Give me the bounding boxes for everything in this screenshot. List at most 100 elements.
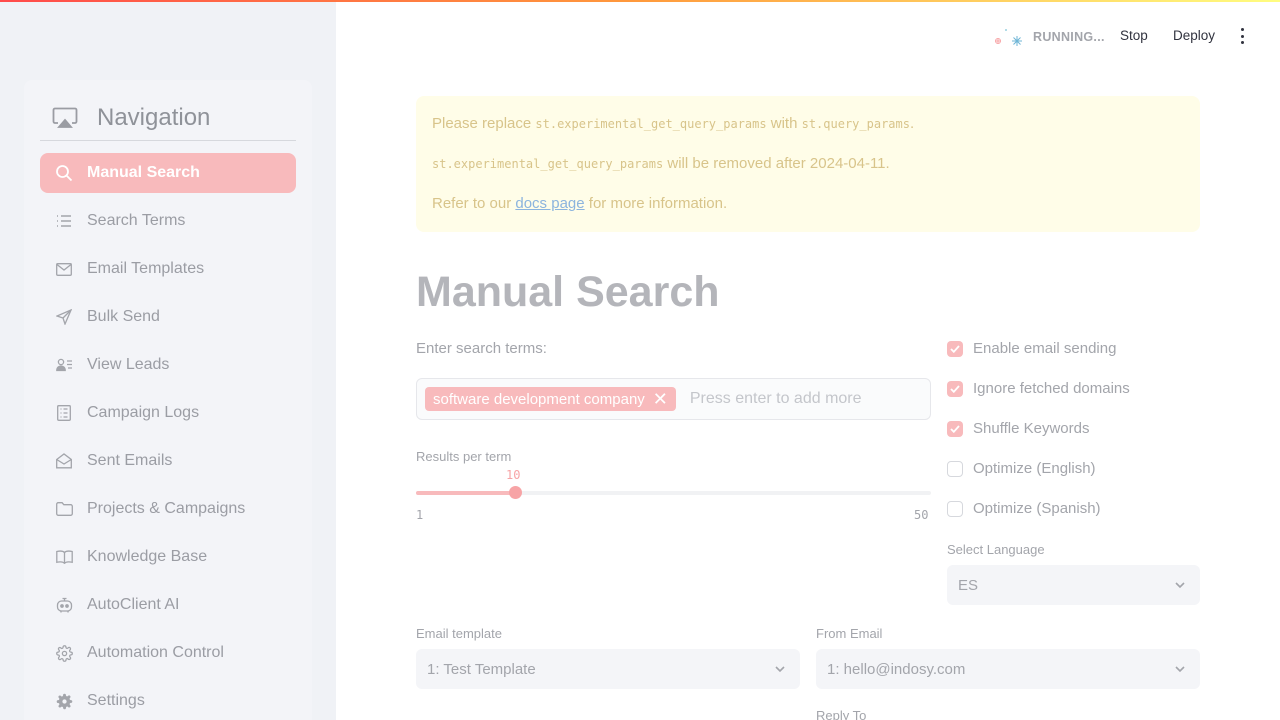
main-menu-button[interactable] — [1236, 28, 1248, 44]
sidebar-item-label: Bulk Send — [87, 308, 160, 325]
old-api-code: st.experimental_get_query_params — [535, 117, 767, 131]
warning-line-2: st.experimental_get_query_params will be… — [432, 152, 1184, 192]
sidebar-item-autoclient-ai[interactable]: AutoClient AI — [40, 585, 296, 625]
kebab-dot-icon — [1240, 34, 1244, 38]
search-terms-label: Enter search terms: — [416, 340, 547, 357]
options-checkboxes: Enable email sending Ignore fetched domai… — [947, 340, 1200, 540]
log-icon — [55, 404, 73, 422]
book-icon — [55, 548, 73, 566]
gear-outline-icon — [55, 644, 73, 662]
slider-value: 10 — [506, 468, 521, 482]
sidebar-item-label: View Leads — [87, 356, 170, 373]
sidebar-item-label: Campaign Logs — [87, 404, 200, 421]
checkbox-empty-icon[interactable] — [947, 461, 963, 477]
sidebar-item-settings[interactable]: Settings — [40, 681, 296, 720]
select-language-label: Select Language — [947, 542, 1045, 557]
sidebar-item-label: Email Templates — [87, 260, 205, 277]
sidebar-item-campaign-logs[interactable]: Campaign Logs — [40, 393, 296, 433]
tag-text-input[interactable] — [689, 390, 910, 408]
slider-max-label: 50 — [914, 508, 929, 522]
running-animation-icon — [992, 26, 1026, 48]
navigation-header: Navigation — [40, 96, 296, 141]
sidebar-item-label: Search Terms — [87, 212, 186, 229]
deploy-button[interactable]: Deploy — [1173, 28, 1215, 43]
checkmark-icon[interactable] — [947, 381, 963, 397]
sidebar-item-label: Knowledge Base — [87, 548, 208, 565]
checkbox-optimize-english[interactable]: Optimize (English) — [947, 460, 1200, 500]
running-label: RUNNING... — [1033, 30, 1105, 44]
sidebar-item-automation-control[interactable]: Automation Control — [40, 633, 296, 673]
checkmark-icon[interactable] — [947, 421, 963, 437]
chevron-down-icon — [774, 663, 786, 675]
from-email-select[interactable]: 1: hello@indosy.com — [816, 649, 1200, 689]
sidebar-item-label: Sent Emails — [87, 452, 173, 469]
stop-button[interactable]: Stop — [1120, 28, 1148, 43]
navigation-list: Manual Search Search Terms Email Templates… — [40, 153, 296, 720]
envelope-icon — [55, 260, 73, 278]
search-icon — [55, 164, 73, 182]
sidebar-item-search-terms[interactable]: Search Terms — [40, 201, 296, 241]
send-icon — [55, 308, 73, 326]
navigation-title: Navigation — [97, 104, 211, 131]
top-progress-decoration — [0, 0, 1280, 2]
kebab-dot-icon — [1240, 28, 1244, 31]
language-select-value: ES — [958, 576, 979, 594]
results-per-term-slider[interactable] — [416, 486, 931, 499]
folder-icon — [55, 500, 73, 518]
checkbox-optimize-spanish[interactable]: Optimize (Spanish) — [947, 500, 1200, 540]
checkbox-empty-icon[interactable] — [947, 501, 963, 517]
sidebar-item-projects-campaigns[interactable]: Projects & Campaigns — [40, 489, 296, 529]
checkbox-label: Optimize (Spanish) — [973, 500, 1101, 517]
sidebar-item-view-leads[interactable]: View Leads — [40, 345, 296, 385]
sidebar-item-knowledge-base[interactable]: Knowledge Base — [40, 537, 296, 577]
airplay-icon — [52, 107, 78, 129]
checkbox-shuffle-keywords[interactable]: Shuffle Keywords — [947, 420, 1200, 460]
email-template-value: 1: Test Template — [427, 660, 536, 678]
open-envelope-icon — [55, 452, 73, 470]
warning-line-1: Please replace st.experimental_get_query… — [432, 112, 1184, 152]
warning-text: for more information. — [584, 195, 728, 212]
from-email-label: From Email — [816, 626, 883, 641]
page-title: Manual Search — [416, 268, 720, 316]
slider-thumb[interactable] — [509, 486, 522, 499]
search-term-tag-label: software development company — [433, 390, 645, 408]
slider-fill — [416, 491, 515, 495]
sidebar: Navigation Manual Search Search Terms Emai… — [0, 0, 336, 720]
search-terms-input[interactable]: software development company ✕ — [416, 378, 931, 420]
warning-text: Refer to our — [432, 195, 516, 212]
email-template-select[interactable]: 1: Test Template — [416, 649, 800, 689]
checkbox-label: Ignore fetched domains — [973, 380, 1130, 397]
chevron-down-icon — [1174, 579, 1186, 591]
language-select[interactable]: ES — [947, 565, 1200, 605]
slider-min-label: 1 — [416, 508, 424, 522]
chevron-down-icon — [1174, 663, 1186, 675]
checkmark-icon[interactable] — [947, 341, 963, 357]
deprecation-warning: Please replace st.experimental_get_query… — [416, 96, 1200, 232]
checkbox-ignore-fetched-domains[interactable]: Ignore fetched domains — [947, 380, 1200, 420]
running-status: RUNNING... — [992, 26, 1105, 48]
sidebar-item-sent-emails[interactable]: Sent Emails — [40, 441, 296, 481]
list-icon — [55, 212, 73, 230]
checkbox-enable-email-sending[interactable]: Enable email sending — [947, 340, 1200, 380]
gear-icon — [55, 692, 73, 710]
reply-to-label: Reply To — [816, 708, 867, 720]
navigation-menu: Navigation Manual Search Search Terms Emai… — [24, 80, 312, 720]
close-icon[interactable]: ✕ — [653, 390, 668, 408]
sidebar-item-label: Settings — [87, 692, 145, 709]
sidebar-item-label: AutoClient AI — [87, 596, 180, 613]
robot-icon — [55, 596, 73, 614]
from-email-value: 1: hello@indosy.com — [827, 660, 966, 678]
checkbox-label: Shuffle Keywords — [973, 420, 1090, 437]
sidebar-item-bulk-send[interactable]: Bulk Send — [40, 297, 296, 337]
sidebar-item-email-templates[interactable]: Email Templates — [40, 249, 296, 289]
sidebar-item-label: Projects & Campaigns — [87, 500, 246, 517]
checkbox-label: Optimize (English) — [973, 460, 1096, 477]
docs-page-link[interactable]: docs page — [515, 195, 584, 212]
warning-text: Please replace — [432, 115, 536, 132]
new-api-code: st.query_params — [801, 117, 910, 131]
results-per-term-label: Results per term — [416, 449, 512, 464]
sidebar-item-manual-search[interactable]: Manual Search — [40, 153, 296, 193]
sidebar-item-label: Automation Control — [87, 644, 224, 661]
old-api-code: st.experimental_get_query_params — [432, 157, 664, 171]
kebab-dot-icon — [1240, 41, 1244, 44]
